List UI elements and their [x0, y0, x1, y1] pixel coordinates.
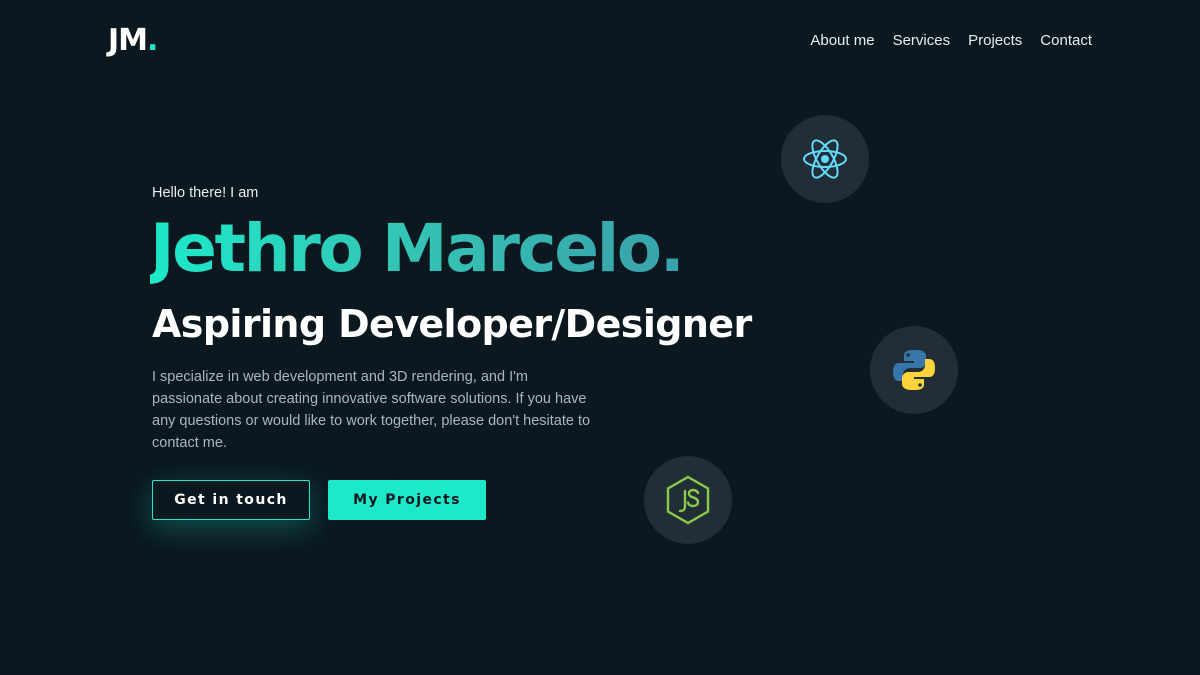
logo-dot: . [147, 23, 158, 58]
logo-text: JM [108, 23, 148, 58]
nodejs-bubble [644, 456, 732, 544]
hero-role: Aspiring Developer/Designer [152, 302, 752, 346]
react-icon [803, 139, 847, 179]
react-bubble [781, 115, 869, 203]
python-bubble [870, 326, 958, 414]
nav-about-me[interactable]: About me [810, 30, 874, 52]
python-icon [893, 350, 935, 390]
logo[interactable]: JM. [108, 22, 158, 60]
hero-bio: I specialize in web development and 3D r… [152, 369, 591, 451]
page: JM. About me Services Projects Contact H… [0, 0, 1200, 675]
hero-greeting: Hello there! I am [152, 185, 259, 201]
nodejs-icon [666, 475, 710, 525]
get-in-touch-button[interactable]: Get in touch [152, 480, 310, 520]
main-nav: About me Services Projects Contact [810, 30, 1092, 52]
nav-projects[interactable]: Projects [968, 30, 1022, 52]
nav-services[interactable]: Services [893, 30, 951, 52]
my-projects-button[interactable]: My Projects [328, 480, 486, 520]
hero-name: Jethro Marcelo. [150, 206, 685, 292]
nav-contact[interactable]: Contact [1040, 30, 1092, 52]
